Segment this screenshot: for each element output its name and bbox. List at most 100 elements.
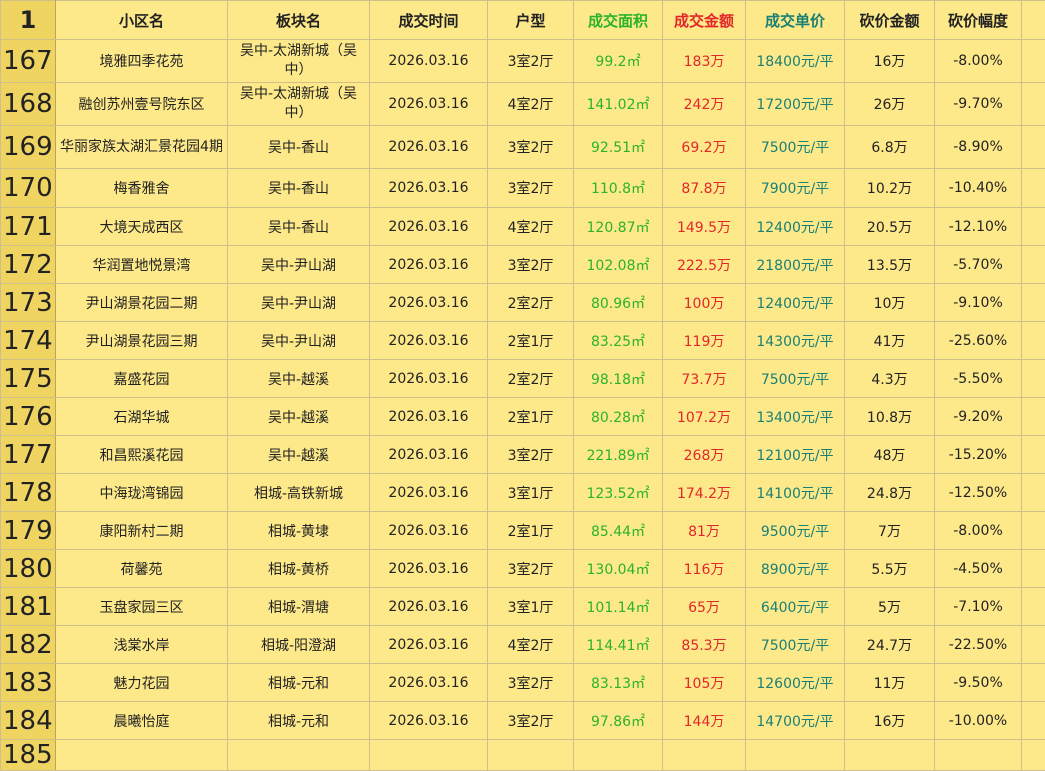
header-cell-cut[interactable]: 砍价金额: [845, 1, 935, 40]
cell-date[interactable]: 2026.03.16: [370, 398, 488, 436]
cell-name[interactable]: 玉盘家园三区: [56, 588, 228, 626]
cell-cut[interactable]: 10.8万: [845, 398, 935, 436]
row-header[interactable]: 174: [1, 322, 56, 360]
cell-sqm[interactable]: 120.87㎡: [574, 208, 663, 246]
cell-unit[interactable]: 12400元/平: [746, 208, 845, 246]
cell-date[interactable]: 2026.03.16: [370, 664, 488, 702]
row-header[interactable]: 169: [1, 126, 56, 169]
cell-date[interactable]: 2026.03.16: [370, 169, 488, 208]
cell-sqm[interactable]: 83.13㎡: [574, 664, 663, 702]
cell-area[interactable]: 吴中-香山: [228, 208, 370, 246]
cell-name[interactable]: 康阳新村二期: [56, 512, 228, 550]
cell-unit[interactable]: 14700元/平: [746, 702, 845, 740]
cell-sqm[interactable]: 110.8㎡: [574, 169, 663, 208]
header-cell-unit[interactable]: 成交单价: [746, 1, 845, 40]
row-header[interactable]: 170: [1, 169, 56, 208]
cell-sqm[interactable]: 99.2㎡: [574, 40, 663, 83]
header-cell-type[interactable]: 户型: [488, 1, 574, 40]
cell-cut[interactable]: 6.8万: [845, 126, 935, 169]
cell-area[interactable]: 相城-渭塘: [228, 588, 370, 626]
cell-area[interactable]: 吴中-香山: [228, 126, 370, 169]
cell-unit[interactable]: 13400元/平: [746, 398, 845, 436]
empty-cell[interactable]: [1022, 702, 1045, 740]
cell-sqm[interactable]: 102.08㎡: [574, 246, 663, 284]
cell-area[interactable]: 吴中-太湖新城（吴中）: [228, 40, 370, 83]
cell-unit[interactable]: 12600元/平: [746, 664, 845, 702]
cell-type[interactable]: 3室2厅: [488, 40, 574, 83]
empty-cell[interactable]: [1022, 284, 1045, 322]
empty-cell[interactable]: [574, 740, 663, 771]
cell-unit[interactable]: 6400元/平: [746, 588, 845, 626]
cell-pct[interactable]: -8.00%: [935, 512, 1022, 550]
cell-area[interactable]: 相城-元和: [228, 702, 370, 740]
cell-sqm[interactable]: 114.41㎡: [574, 626, 663, 664]
cell-name[interactable]: 浅棠水岸: [56, 626, 228, 664]
cell-unit[interactable]: 7500元/平: [746, 360, 845, 398]
empty-cell[interactable]: [1022, 126, 1045, 169]
cell-cut[interactable]: 5万: [845, 588, 935, 626]
cell-sqm[interactable]: 130.04㎡: [574, 550, 663, 588]
cell-name[interactable]: 石湖华城: [56, 398, 228, 436]
cell-type[interactable]: 3室2厅: [488, 436, 574, 474]
cell-amount[interactable]: 100万: [663, 284, 746, 322]
cell-amount[interactable]: 73.7万: [663, 360, 746, 398]
cell-cut[interactable]: 13.5万: [845, 246, 935, 284]
cell-amount[interactable]: 116万: [663, 550, 746, 588]
cell-type[interactable]: 4室2厅: [488, 208, 574, 246]
cell-name[interactable]: 和昌熙溪花园: [56, 436, 228, 474]
cell-type[interactable]: 2室2厅: [488, 284, 574, 322]
cell-name[interactable]: 融创苏州壹号院东区: [56, 83, 228, 126]
empty-cell[interactable]: [1022, 664, 1045, 702]
cell-amount[interactable]: 107.2万: [663, 398, 746, 436]
empty-cell[interactable]: [56, 740, 228, 771]
cell-cut[interactable]: 11万: [845, 664, 935, 702]
cell-cut[interactable]: 41万: [845, 322, 935, 360]
cell-name[interactable]: 华润置地悦景湾: [56, 246, 228, 284]
row-header[interactable]: 176: [1, 398, 56, 436]
cell-amount[interactable]: 174.2万: [663, 474, 746, 512]
cell-date[interactable]: 2026.03.16: [370, 360, 488, 398]
empty-cell[interactable]: [488, 740, 574, 771]
cell-type[interactable]: 3室2厅: [488, 702, 574, 740]
cell-date[interactable]: 2026.03.16: [370, 512, 488, 550]
cell-name[interactable]: 尹山湖景花园二期: [56, 284, 228, 322]
cell-date[interactable]: 2026.03.16: [370, 83, 488, 126]
cell-cut[interactable]: 16万: [845, 40, 935, 83]
cell-date[interactable]: 2026.03.16: [370, 322, 488, 360]
cell-unit[interactable]: 18400元/平: [746, 40, 845, 83]
cell-pct[interactable]: -25.60%: [935, 322, 1022, 360]
row-header[interactable]: 184: [1, 702, 56, 740]
cell-type[interactable]: 3室2厅: [488, 126, 574, 169]
cell-area[interactable]: 吴中-尹山湖: [228, 322, 370, 360]
cell-area[interactable]: 吴中-越溪: [228, 360, 370, 398]
cell-amount[interactable]: 69.2万: [663, 126, 746, 169]
cell-area[interactable]: 相城-阳澄湖: [228, 626, 370, 664]
cell-amount[interactable]: 65万: [663, 588, 746, 626]
cell-name[interactable]: 嘉盛花园: [56, 360, 228, 398]
header-cell-name[interactable]: 小区名: [56, 1, 228, 40]
cell-type[interactable]: 3室1厅: [488, 474, 574, 512]
cell-pct[interactable]: -10.00%: [935, 702, 1022, 740]
cell-date[interactable]: 2026.03.16: [370, 474, 488, 512]
cell-sqm[interactable]: 92.51㎡: [574, 126, 663, 169]
cell-area[interactable]: 相城-高铁新城: [228, 474, 370, 512]
cell-type[interactable]: 4室2厅: [488, 83, 574, 126]
cell-date[interactable]: 2026.03.16: [370, 550, 488, 588]
cell-type[interactable]: 3室2厅: [488, 169, 574, 208]
cell-amount[interactable]: 119万: [663, 322, 746, 360]
cell-amount[interactable]: 242万: [663, 83, 746, 126]
cell-pct[interactable]: -15.20%: [935, 436, 1022, 474]
cell-amount[interactable]: 268万: [663, 436, 746, 474]
cell-area[interactable]: 吴中-越溪: [228, 398, 370, 436]
header-cell-area[interactable]: 板块名: [228, 1, 370, 40]
row-header[interactable]: 178: [1, 474, 56, 512]
cell-pct[interactable]: -8.00%: [935, 40, 1022, 83]
cell-unit[interactable]: 14100元/平: [746, 474, 845, 512]
cell-type[interactable]: 2室1厅: [488, 322, 574, 360]
empty-cell[interactable]: [1022, 169, 1045, 208]
cell-unit[interactable]: 7500元/平: [746, 626, 845, 664]
cell-cut[interactable]: 10万: [845, 284, 935, 322]
cell-date[interactable]: 2026.03.16: [370, 284, 488, 322]
header-cell-date[interactable]: 成交时间: [370, 1, 488, 40]
empty-cell[interactable]: [1022, 40, 1045, 83]
